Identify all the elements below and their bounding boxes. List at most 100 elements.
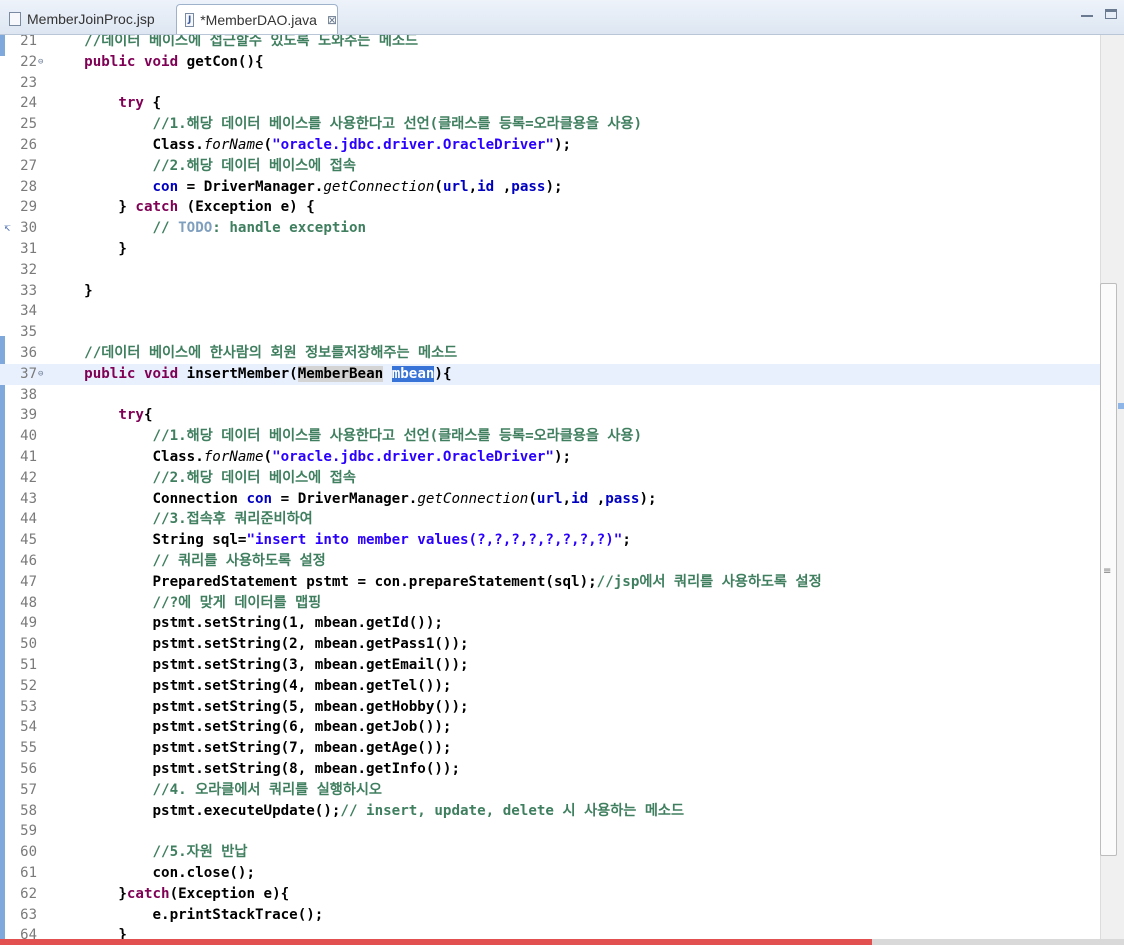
code-text[interactable]: } — [50, 239, 127, 260]
code-text[interactable]: } — [50, 281, 93, 302]
code-text[interactable]: // 쿼리를 사용하도록 설정 — [50, 551, 325, 572]
code-line[interactable]: 25 //1.해당 데이터 베이스를 사용한다고 선언(클래스를 등록=오라클용… — [0, 114, 1100, 135]
code-text[interactable]: //5.자원 반납 — [50, 842, 247, 863]
code-text[interactable]: //4. 오라클에서 쿼리를 실행하시오 — [50, 780, 382, 801]
code-text[interactable]: }catch(Exception e){ — [50, 884, 289, 905]
overview-marker[interactable] — [1118, 403, 1124, 409]
close-tab-icon[interactable]: ⊠ — [327, 13, 337, 27]
code-line[interactable]: 28 con = DriverManager.getConnection(url… — [0, 177, 1100, 198]
code-editor[interactable]: 21 //데이터 베이스에 접근할수 있도록 도와주는 메소드 22 ⊖ publi… — [0, 35, 1100, 940]
code-line[interactable]: 30 ↸ // TODO: handle exception — [0, 218, 1100, 239]
code-line[interactable]: 51 pstmt.setString(3, mbean.getEmail()); — [0, 655, 1100, 676]
code-line[interactable]: 62 }catch(Exception e){ — [0, 884, 1100, 905]
code-line[interactable]: 52 pstmt.setString(4, mbean.getTel()); — [0, 676, 1100, 697]
line-number: 48 — [20, 594, 37, 611]
code-line[interactable]: 41 Class.forName("oracle.jdbc.driver.Ora… — [0, 447, 1100, 468]
maximize-icon[interactable] — [1105, 9, 1117, 19]
code-line[interactable]: 48 //?에 맞게 데이터를 맵핑 — [0, 593, 1100, 614]
tab-memberjoinproc-jsp[interactable]: MemberJoinProc.jsp — [0, 4, 170, 32]
code-line[interactable]: 59 — [0, 821, 1100, 842]
code-line[interactable]: 55 pstmt.setString(7, mbean.getAge()); — [0, 738, 1100, 759]
code-line[interactable]: 33 } — [0, 281, 1100, 302]
code-text[interactable]: Class.forName("oracle.jdbc.driver.Oracle… — [50, 447, 571, 468]
code-line[interactable]: 37 ⊖ public void insertMember(MemberBean … — [0, 363, 1100, 385]
line-number: 31 — [20, 241, 37, 257]
code-text[interactable]: pstmt.executeUpdate();// insert, update,… — [50, 801, 684, 822]
code-text[interactable]: pstmt.setString(3, mbean.getEmail()); — [50, 655, 468, 676]
code-line[interactable]: 43 Connection con = DriverManager.getCon… — [0, 489, 1100, 510]
line-number: 34 — [20, 303, 37, 320]
code-line[interactable]: 27 //2.해당 데이터 베이스에 접속 — [0, 156, 1100, 177]
code-line[interactable]: 63 e.printStackTrace(); — [0, 905, 1100, 926]
code-line[interactable]: 50 pstmt.setString(2, mbean.getPass1()); — [0, 634, 1100, 655]
code-text[interactable]: //?에 맞게 데이터를 맵핑 — [50, 593, 321, 614]
code-token: pass — [605, 490, 640, 507]
code-line[interactable]: 21 //데이터 베이스에 접근할수 있도록 도와주는 메소드 — [0, 35, 1100, 52]
code-text[interactable]: con = DriverManager.getConnection(url,id… — [50, 177, 563, 198]
code-token: public void — [84, 53, 179, 70]
code-line[interactable]: 56 pstmt.setString(8, mbean.getInfo()); — [0, 759, 1100, 780]
code-text[interactable]: //데이터 베이스에 접근할수 있도록 도와주는 메소드 — [50, 35, 418, 52]
code-line[interactable]: 26 Class.forName("oracle.jdbc.driver.Ora… — [0, 135, 1100, 156]
code-text[interactable]: public void insertMember(MemberBean mbea… — [50, 364, 452, 385]
code-text[interactable]: PreparedStatement pstmt = con.prepareSta… — [50, 572, 821, 593]
code-text[interactable]: pstmt.setString(1, mbean.getId()); — [50, 613, 442, 634]
code-line[interactable]: 61 con.close(); — [0, 863, 1100, 884]
code-line[interactable]: 58 pstmt.executeUpdate();// insert, upda… — [0, 801, 1100, 822]
code-line[interactable]: 22 ⊖ public void getCon(){ — [0, 52, 1100, 73]
code-text[interactable]: pstmt.setString(6, mbean.getJob()); — [50, 717, 451, 738]
code-text[interactable]: try { — [50, 93, 161, 114]
code-text[interactable]: } catch (Exception e) { — [50, 197, 314, 218]
code-line[interactable]: 29 } catch (Exception e) { — [0, 197, 1100, 218]
code-line[interactable]: 35 — [0, 322, 1100, 343]
code-line[interactable]: 24 try { — [0, 93, 1100, 114]
code-text[interactable]: pstmt.setString(8, mbean.getInfo()); — [50, 759, 460, 780]
code-text[interactable]: //2.해당 데이터 베이스에 접속 — [50, 156, 355, 177]
code-line[interactable]: 40 //1.해당 데이터 베이스를 사용한다고 선언(클래스를 등록=오라클용… — [0, 426, 1100, 447]
code-text[interactable]: // TODO: handle exception — [50, 218, 366, 239]
code-text[interactable]: pstmt.setString(5, mbean.getHobby()); — [50, 697, 468, 718]
code-text[interactable]: try{ — [50, 405, 152, 426]
fold-toggle-icon[interactable]: ⊖ — [38, 364, 43, 385]
code-text[interactable]: //1.해당 데이터 베이스를 사용한다고 선언(클래스를 등록=오라클용을 사… — [50, 114, 642, 135]
code-text[interactable]: //데이터 베이스에 한사람의 회원 정보를저장해주는 메소드 — [50, 343, 457, 364]
code-text[interactable]: e.printStackTrace(); — [50, 905, 323, 926]
code-text[interactable]: pstmt.setString(2, mbean.getPass1()); — [50, 634, 468, 655]
code-text[interactable]: String sql="insert into member values(?,… — [50, 530, 630, 551]
code-line[interactable]: 46 // 쿼리를 사용하도록 설정 — [0, 551, 1100, 572]
code-text[interactable]: public void getCon(){ — [50, 52, 263, 73]
code-line[interactable]: 32 — [0, 260, 1100, 281]
video-progress-fill — [0, 939, 873, 945]
code-text[interactable]: Class.forName("oracle.jdbc.driver.Oracle… — [50, 135, 571, 156]
code-text[interactable]: con.close(); — [50, 863, 255, 884]
code-line[interactable]: 38 — [0, 385, 1100, 406]
code-line[interactable]: 42 //2.해당 데이터 베이스에 접속 — [0, 468, 1100, 489]
code-line[interactable]: 44 //3.접속후 쿼리준비하여 — [0, 509, 1100, 530]
code-line[interactable]: 47 PreparedStatement pstmt = con.prepare… — [0, 572, 1100, 593]
code-line[interactable]: 45 String sql="insert into member values… — [0, 530, 1100, 551]
video-progress-bar[interactable] — [0, 939, 1124, 945]
code-line[interactable]: 36 //데이터 베이스에 한사람의 회원 정보를저장해주는 메소드 — [0, 343, 1100, 364]
code-line[interactable]: 39 try{ — [0, 405, 1100, 426]
code-line[interactable]: 54 pstmt.setString(6, mbean.getJob()); — [0, 717, 1100, 738]
code-text[interactable]: //3.접속후 쿼리준비하여 — [50, 509, 312, 530]
minimize-icon[interactable] — [1081, 9, 1093, 17]
code-line[interactable]: 34 — [0, 301, 1100, 322]
code-line[interactable]: 53 pstmt.setString(5, mbean.getHobby()); — [0, 697, 1100, 718]
code-line[interactable]: 31 } — [0, 239, 1100, 260]
code-text[interactable]: pstmt.setString(4, mbean.getTel()); — [50, 676, 451, 697]
code-text[interactable]: //2.해당 데이터 베이스에 접속 — [50, 468, 355, 489]
code-line[interactable]: 23 — [0, 73, 1100, 94]
code-text[interactable]: //1.해당 데이터 베이스를 사용한다고 선언(클래스를 등록=오라클용을 사… — [50, 426, 642, 447]
code-token: , — [468, 178, 478, 195]
code-line[interactable]: 49 pstmt.setString(1, mbean.getId()); — [0, 613, 1100, 634]
code-text[interactable]: pstmt.setString(7, mbean.getAge()); — [50, 738, 451, 759]
code-line[interactable]: 57 //4. 오라클에서 쿼리를 실행하시오 — [0, 780, 1100, 801]
code-line[interactable]: 60 //5.자원 반납 — [0, 842, 1100, 863]
code-text[interactable]: Connection con = DriverManager.getConnec… — [50, 489, 656, 510]
tab-memberdao-java[interactable]: J *MemberDAO.java ⊠ — [176, 4, 338, 34]
task-marker-icon[interactable]: ↸ — [4, 218, 11, 239]
code-text[interactable]: } — [50, 925, 127, 940]
code-line[interactable]: 64 } — [0, 925, 1100, 940]
fold-toggle-icon[interactable]: ⊖ — [38, 52, 43, 73]
